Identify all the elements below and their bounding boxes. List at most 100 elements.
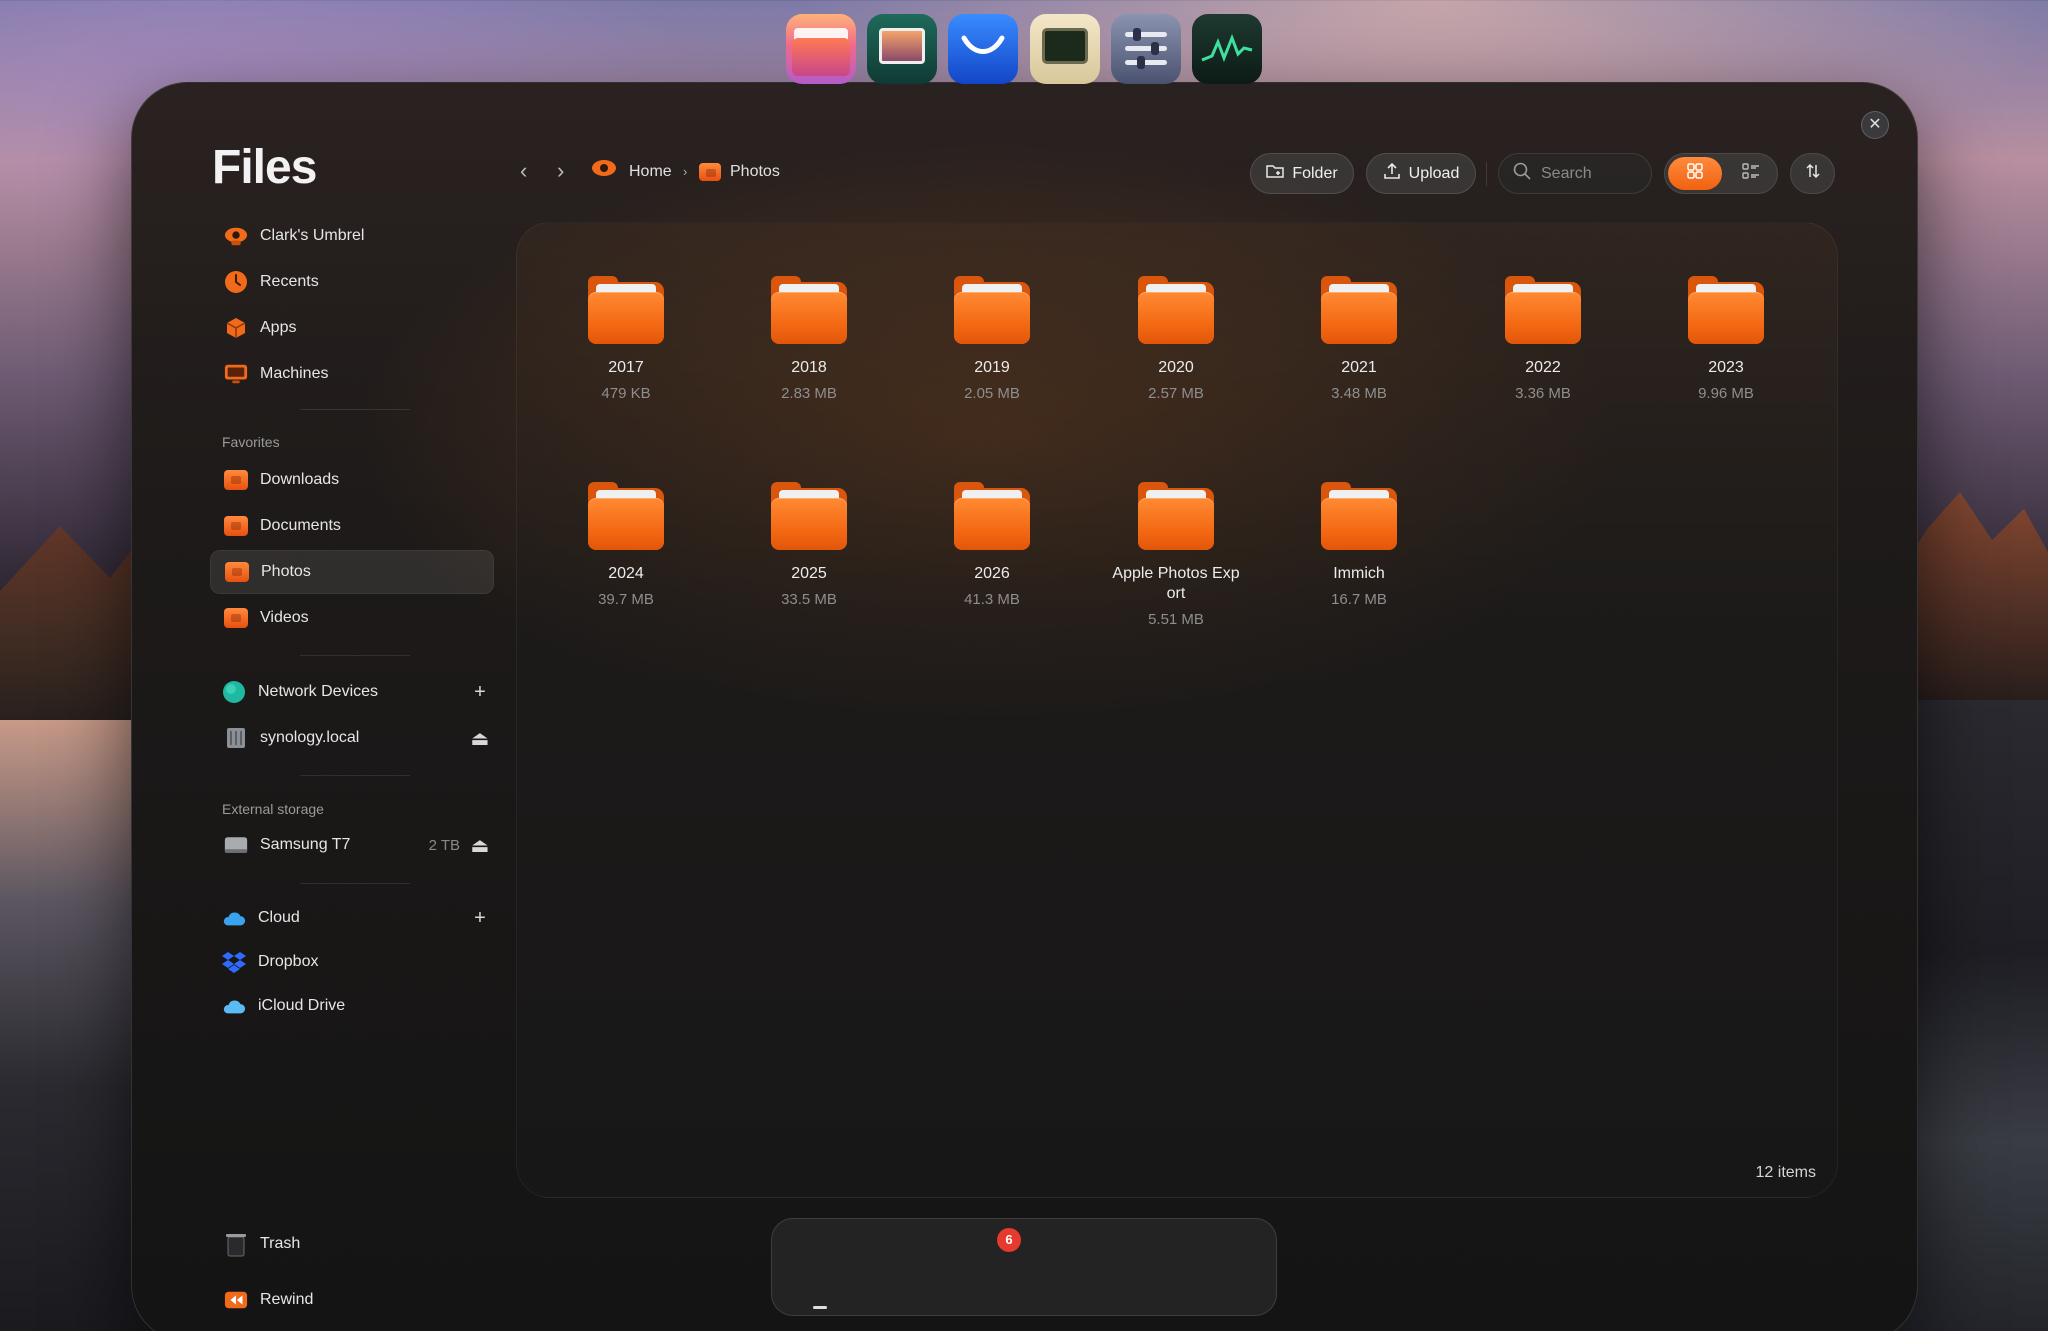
breadcrumb-home[interactable]: Home [629,163,672,181]
folder-icon [771,482,847,550]
mail-app-icon[interactable] [948,14,1018,84]
globe-icon [222,680,246,704]
sidebar-item-label: Trash [260,1235,301,1252]
add-network-device-button[interactable]: + [466,681,494,704]
folder-tile[interactable]: 2018 2.83 MB [729,276,889,402]
sidebar-item-trash[interactable]: Trash [210,1222,494,1266]
folder-icon [588,276,664,344]
sidebar-item-label: Samsung T7 [260,836,351,853]
new-folder-button[interactable]: Folder [1250,153,1354,194]
folder-size: 2.57 MB [1148,385,1204,402]
sidebar-item-cloud[interactable]: Cloud + [210,896,494,940]
sidebar-item-apps[interactable]: Apps [210,306,494,350]
folder-name: 2017 [608,359,644,376]
sidebar-item-machines[interactable]: Machines [210,352,494,396]
folder-icon [1138,276,1214,344]
sidebar-item-photos[interactable]: Photos [210,550,494,594]
sidebar-item-rewind[interactable]: Rewind [210,1278,494,1322]
settings-app-icon[interactable] [1111,14,1181,84]
folder-tile[interactable]: 2020 2.57 MB [1096,276,1256,402]
list-view-button[interactable] [1727,157,1775,190]
sidebar-item-network-devices[interactable]: Network Devices + [210,670,494,714]
eject-icon[interactable]: ⏏ [466,833,494,858]
folder-tile[interactable]: 2026 41.3 MB [912,482,1072,608]
drive-size: 2 TB [428,836,460,854]
dropbox-icon [222,950,246,974]
server-icon [224,726,248,750]
folder-size: 5.51 MB [1148,611,1204,628]
breadcrumb-photos[interactable]: Photos [730,163,780,181]
upload-icon [1383,162,1401,185]
grid-view-button[interactable] [1668,157,1722,190]
folder-tile[interactable]: 2019 2.05 MB [912,276,1072,402]
files-app-icon[interactable] [786,14,856,84]
folder-tile[interactable]: 2023 9.96 MB [1646,276,1806,402]
sidebar-item-downloads[interactable]: Downloads [210,458,494,502]
folder-icon [1138,482,1214,550]
sidebar-item-recents[interactable]: Recents [210,260,494,304]
forward-button[interactable]: › [557,158,564,184]
folder-icon [1505,276,1581,344]
terminal-app-icon[interactable] [1030,14,1100,84]
activity-monitor-app-icon[interactable] [1192,14,1262,84]
upload-button[interactable]: Upload [1366,153,1476,194]
folder-name: Immich [1333,565,1385,582]
folder-tile[interactable]: 2024 39.7 MB [546,482,706,608]
sidebar-item-label: Downloads [260,471,340,488]
sidebar-divider [300,775,410,776]
view-mode-toggle [1664,153,1778,194]
folder-icon [1321,276,1397,344]
folder-icon [699,163,721,181]
upload-label: Upload [1408,164,1460,182]
search-input[interactable] [1541,164,1641,183]
folder-tile[interactable]: Immich 16.7 MB [1279,482,1439,608]
sidebar-item-documents[interactable]: Documents [210,504,494,548]
external-drive-icon [224,833,248,857]
sidebar-item-samsung-t7[interactable]: Samsung T7 2 TB ⏏ [210,823,494,867]
close-window-button[interactable]: ✕ [1861,111,1889,139]
folder-name: 2022 [1525,359,1561,376]
folder-size: 3.36 MB [1515,385,1571,402]
folder-tile[interactable]: 2017 479 KB [546,276,706,402]
folder-size: 33.5 MB [781,591,837,608]
folder-size: 41.3 MB [964,591,1020,608]
folder-tile[interactable]: 2025 33.5 MB [729,482,889,608]
photos-app-icon[interactable] [867,14,937,84]
sort-button[interactable] [1790,153,1835,194]
sidebar-item-dropbox[interactable]: Dropbox [210,940,494,984]
sidebar-item-label: Machines [260,365,329,382]
folder-size: 479 KB [601,385,651,402]
folder-icon [771,276,847,344]
folder-name: 2024 [608,565,644,582]
folder-plus-icon [1266,163,1285,184]
folder-name: 2019 [974,359,1010,376]
mail-unread-badge: 6 [997,1228,1021,1252]
add-cloud-button[interactable]: + [466,907,494,930]
folder-tile[interactable]: 2021 3.48 MB [1279,276,1439,402]
folder-size: 2.05 MB [964,385,1020,402]
eject-icon[interactable]: ⏏ [466,726,494,751]
back-button[interactable]: ‹ [520,158,527,184]
sidebar-item-videos[interactable]: Videos [210,596,494,640]
sidebar-item-synology-local[interactable]: synology.local ⏏ [210,716,494,760]
favorites-heading: Favorites [222,434,280,450]
sidebar-item-label: Rewind [260,1291,314,1308]
folder-tile[interactable]: 2022 3.36 MB [1463,276,1623,402]
folder-icon [1688,276,1764,344]
sidebar-item-label: Cloud [258,909,300,926]
breadcrumb-separator: › [683,164,688,179]
search-icon [1513,162,1531,185]
sort-arrows-icon [1805,163,1821,184]
trash-icon [224,1232,248,1257]
sidebar-item-icloud-drive[interactable]: iCloud Drive [210,984,494,1028]
icloud-icon [222,994,246,1018]
items-count: 12 items [1755,1164,1816,1181]
sidebar-item-clarks-umbrel[interactable]: Clark's Umbrel [210,214,494,258]
dock [771,1218,1277,1316]
search-box[interactable] [1498,153,1652,194]
folder-size: 16.7 MB [1331,591,1387,608]
sidebar-item-label: Network Devices [258,683,379,700]
folder-tile[interactable]: Apple Photos Exp ort 5.51 MB [1096,482,1256,628]
sidebar-item-label: iCloud Drive [258,997,346,1014]
monitor-icon [224,362,248,386]
